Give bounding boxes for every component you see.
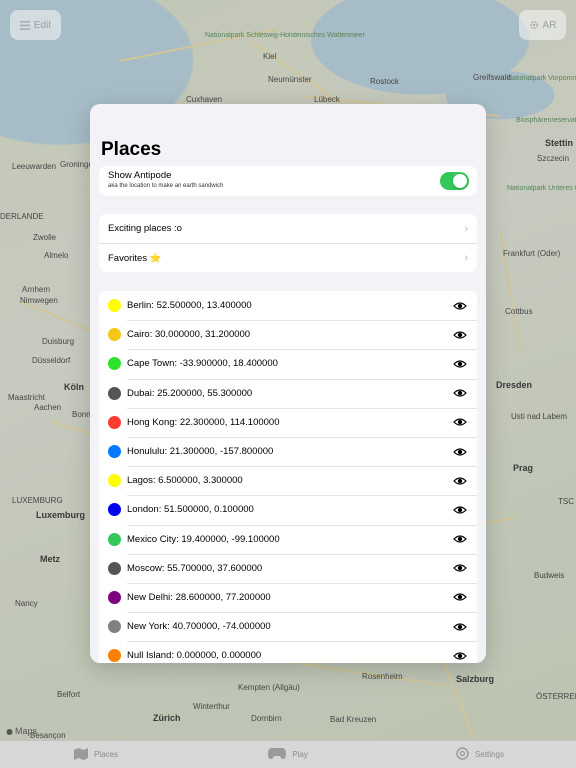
tab-places[interactable]: Places: [0, 741, 192, 768]
place-row[interactable]: Hong Kong: 22.300000, 114.100000: [99, 407, 477, 437]
list-row[interactable]: Favorites ⭐️ ›: [99, 243, 477, 272]
place-row[interactable]: Cape Town: -33.900000, 18.400000: [99, 349, 477, 378]
list-icon: [19, 20, 30, 30]
chevron-right-icon: ›: [464, 222, 468, 235]
place-lists: Exciting places :o › Favorites ⭐️ ›: [99, 214, 477, 272]
place-row[interactable]: Berlin: 52.500000, 13.400000: [99, 291, 477, 320]
place-color-dot: [108, 649, 121, 663]
eye-icon[interactable]: [453, 447, 467, 457]
eye-icon[interactable]: [453, 505, 467, 515]
place-row[interactable]: Honululu: 21.300000, -157.800000: [99, 436, 477, 466]
eye-icon[interactable]: [453, 476, 467, 486]
eye-icon[interactable]: [453, 417, 467, 427]
place-label: Cape Town: -33.900000, 18.400000: [127, 358, 278, 370]
apple-logo-icon: [6, 729, 13, 735]
place-color-dot: [108, 386, 121, 400]
gear-icon: [456, 747, 469, 762]
place-label: Null Island: 0.000000, 0.000000: [127, 650, 262, 662]
edit-button[interactable]: Edit: [10, 10, 61, 40]
place-color-dot: [108, 590, 121, 604]
map-icon: [73, 747, 88, 762]
eye-icon[interactable]: [453, 651, 467, 661]
toggle-knob: [453, 174, 467, 188]
page-title: Places: [101, 139, 162, 160]
place-color-dot: [108, 328, 121, 342]
eye-icon[interactable]: [453, 563, 467, 573]
tab-bar: Places Play Settings: [0, 740, 576, 768]
edit-label: Edit: [33, 19, 52, 31]
place-row[interactable]: London: 51.500000, 0.100000: [99, 495, 477, 524]
tab-label: Settings: [475, 750, 504, 759]
place-label: Berlin: 52.500000, 13.400000: [127, 300, 252, 312]
ar-button[interactable]: AR: [519, 10, 566, 40]
places-list: Berlin: 52.500000, 13.400000 Cairo: 30.00…: [99, 291, 477, 663]
eye-icon[interactable]: [453, 388, 467, 398]
place-color-dot: [108, 299, 121, 313]
antipode-subtitle: aka the location to make an earth sandwi…: [108, 183, 224, 189]
eye-icon[interactable]: [453, 301, 467, 311]
antipode-row: Show Antipode aka the location to make a…: [99, 166, 477, 196]
place-label: Cairo: 30.000000, 31.200000: [127, 329, 251, 341]
place-label: Moscow: 55.700000, 37.600000: [127, 562, 263, 574]
ar-gear-icon: [529, 21, 538, 29]
eye-icon[interactable]: [453, 330, 467, 340]
antipode-title: Show Antipode: [108, 170, 172, 181]
place-row[interactable]: Dubai: 25.200000, 55.300000: [99, 378, 477, 408]
antipode-toggle[interactable]: [440, 172, 469, 190]
place-color-dot: [108, 503, 121, 517]
place-row[interactable]: Null Island: 0.000000, 0.000000: [99, 641, 477, 663]
place-color-dot: [108, 415, 121, 429]
place-row[interactable]: Lagos: 6.500000, 3.300000: [99, 466, 477, 495]
chevron-right-icon: ›: [464, 252, 468, 264]
place-color-dot: [108, 532, 121, 546]
tab-label: Play: [292, 750, 308, 759]
place-row[interactable]: Cairo: 30.000000, 31.200000: [99, 320, 477, 349]
place-color-dot: [108, 474, 121, 488]
list-row[interactable]: Exciting places :o ›: [99, 214, 477, 243]
tab-label: Places: [93, 750, 118, 759]
tab-settings[interactable]: Settings: [384, 741, 576, 768]
list-row-label: Exciting places :o: [108, 223, 182, 234]
place-label: Mexico City: 19.400000, -99.100000: [127, 533, 280, 545]
place-label: New York: 40.700000, -74.000000: [127, 621, 271, 633]
eye-icon[interactable]: [453, 592, 467, 602]
place-row[interactable]: Moscow: 55.700000, 37.600000: [99, 553, 477, 583]
place-label: Dubai: 25.200000, 55.300000: [127, 387, 253, 399]
place-color-dot: [108, 445, 121, 459]
place-label: Hong Kong: 22.300000, 114.100000: [127, 416, 280, 428]
places-sheet: Places Show Antipode aka the location to…: [90, 104, 486, 663]
place-color-dot: [108, 357, 121, 371]
place-label: Lagos: 6.500000, 3.300000: [127, 475, 243, 487]
eye-icon[interactable]: [453, 622, 467, 632]
gamecontroller-icon: [268, 748, 287, 761]
place-row[interactable]: New York: 40.700000, -74.000000: [99, 612, 477, 641]
tab-play[interactable]: Play: [192, 741, 384, 768]
place-row[interactable]: Mexico City: 19.400000, -99.100000: [99, 524, 477, 554]
list-row-label: Favorites ⭐️: [108, 252, 162, 264]
place-label: New Delhi: 28.600000, 77.200000: [127, 591, 271, 603]
place-row[interactable]: New Delhi: 28.600000, 77.200000: [99, 582, 477, 612]
place-label: Honululu: 21.300000, -157.800000: [127, 446, 274, 458]
maps-credit[interactable]: Maps: [6, 726, 37, 736]
place-color-dot: [108, 561, 121, 575]
eye-icon[interactable]: [453, 534, 467, 544]
place-label: London: 51.500000, 0.100000: [127, 504, 254, 516]
place-color-dot: [108, 620, 121, 634]
ar-label: AR: [542, 19, 557, 31]
eye-icon[interactable]: [453, 359, 467, 369]
